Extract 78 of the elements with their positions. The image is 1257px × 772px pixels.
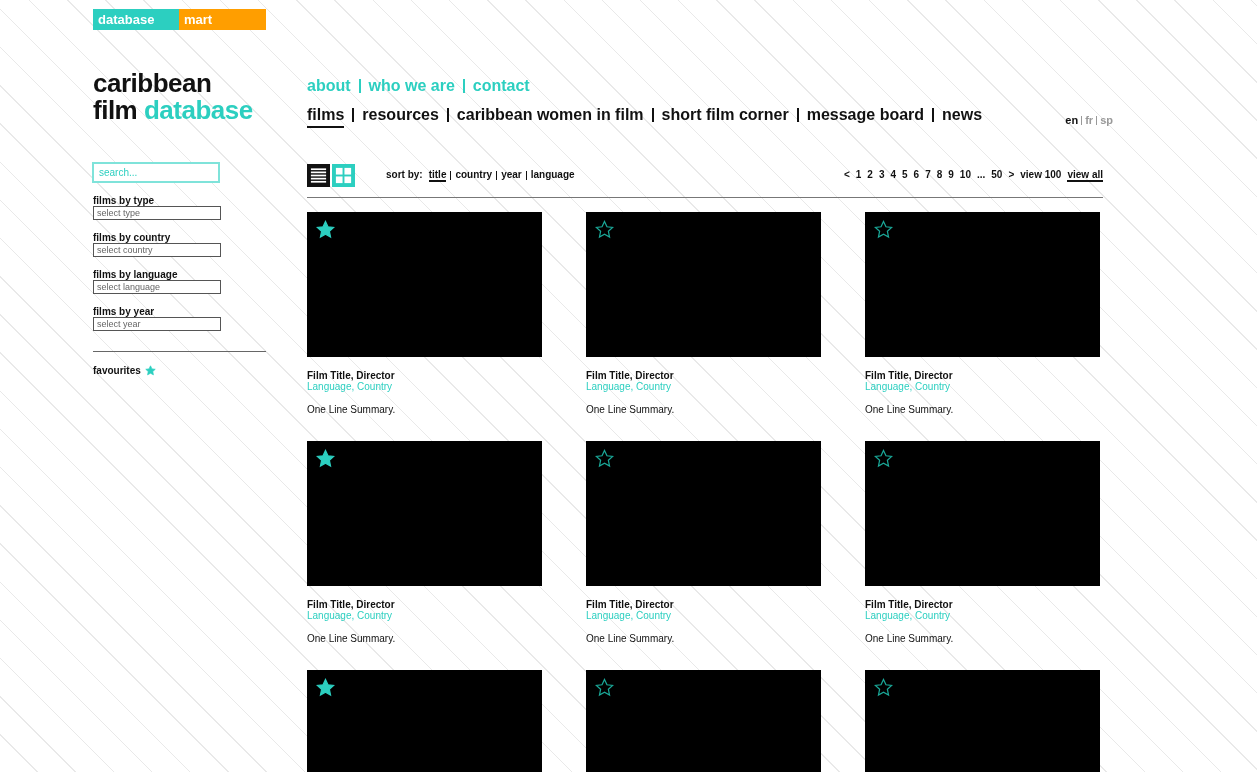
film-summary: One Line Summary.	[307, 633, 396, 644]
filter-label: films by year	[93, 306, 155, 317]
film-summary: One Line Summary.	[586, 404, 675, 415]
film-summary: One Line Summary.	[586, 633, 675, 644]
pagination-link[interactable]: 10	[959, 169, 971, 182]
star-icon[interactable]	[316, 449, 335, 468]
pagination-link[interactable]: 1	[855, 169, 862, 182]
film-thumbnail[interactable]	[307, 212, 542, 357]
star-icon[interactable]	[595, 678, 614, 697]
sort-link[interactable]: year	[501, 169, 522, 182]
star-icon[interactable]	[874, 449, 893, 468]
film-thumbnail[interactable]	[586, 212, 821, 357]
pagination-link[interactable]: view 100	[1020, 169, 1062, 182]
film-title[interactable]: Film Title, Director	[307, 599, 395, 610]
pagination-link[interactable]: <	[843, 169, 850, 182]
select-field[interactable]: select year	[93, 317, 221, 331]
film-thumbnail[interactable]	[307, 441, 542, 586]
locale-option[interactable]: en	[1065, 114, 1079, 126]
star-icon[interactable]	[874, 678, 893, 697]
pagination-link[interactable]: 2	[867, 169, 873, 182]
nav-tab[interactable]: films	[307, 106, 345, 128]
nav-tab[interactable]: caribbean women in film	[456, 106, 644, 128]
sort-label: sort by:	[386, 169, 423, 180]
film-meta: Language, Country	[865, 381, 951, 392]
select-field[interactable]: select country	[93, 243, 221, 257]
star-icon[interactable]	[595, 449, 614, 468]
nav-tab[interactable]: resources	[362, 106, 439, 128]
logo-text: film database	[93, 97, 253, 124]
logo-text: caribbean	[93, 70, 212, 97]
star-icon[interactable]	[316, 220, 335, 239]
film-thumbnail[interactable]	[586, 670, 821, 772]
pagination-link[interactable]: 7	[925, 169, 931, 182]
pagination-link[interactable]: >	[1008, 169, 1015, 182]
pagination-link[interactable]: 4	[890, 169, 896, 182]
list-view-button[interactable]	[307, 164, 330, 187]
pagination-link[interactable]: 8	[936, 169, 943, 182]
film-title[interactable]: Film Title, Director	[586, 370, 674, 381]
film-thumbnail[interactable]	[865, 212, 1100, 357]
search-field[interactable]: search...	[92, 162, 220, 183]
nav-tab[interactable]: message board	[806, 106, 925, 128]
film-summary: One Line Summary.	[865, 404, 954, 415]
film-title[interactable]: Film Title, Director	[865, 370, 953, 381]
star-icon[interactable]	[874, 220, 893, 239]
sort-link[interactable]: country	[455, 169, 493, 182]
film-title[interactable]: Film Title, Director	[307, 370, 395, 381]
film-summary: One Line Summary.	[865, 633, 954, 644]
pagination-link[interactable]: 3	[878, 169, 885, 182]
pagination-link[interactable]: 50	[991, 169, 1003, 182]
film-title[interactable]: Film Title, Director	[865, 599, 953, 610]
film-title[interactable]: Film Title, Director	[586, 599, 674, 610]
film-thumbnail[interactable]	[865, 670, 1100, 772]
pagination-link[interactable]: 5	[902, 169, 908, 182]
sort-link[interactable]: language	[530, 169, 575, 182]
film-meta: Language, Country	[307, 381, 393, 392]
nav-tab[interactable]: news	[942, 106, 983, 128]
film-summary: One Line Summary.	[307, 404, 396, 415]
film-meta: Language, Country	[586, 610, 672, 621]
film-thumbnail[interactable]	[865, 441, 1100, 586]
film-thumbnail[interactable]	[586, 441, 821, 586]
pagination-link[interactable]: view all	[1067, 169, 1103, 182]
favourites-link[interactable]: favourites	[93, 365, 141, 376]
star-icon[interactable]	[595, 220, 614, 239]
pagination-link[interactable]: 9	[948, 169, 954, 182]
film-meta: Language, Country	[307, 610, 393, 621]
pagination-link[interactable]: 6	[913, 169, 920, 182]
select-field[interactable]: select type	[93, 206, 221, 220]
filter-label: films by language	[93, 269, 178, 280]
nav-tab[interactable]: short film corner	[661, 106, 789, 128]
film-meta: Language, Country	[865, 610, 951, 621]
film-thumbnail[interactable]	[307, 670, 542, 772]
pagination-link[interactable]: ...	[976, 169, 986, 182]
star-icon[interactable]	[144, 365, 156, 376]
filter-label: films by type	[93, 195, 155, 206]
star-icon[interactable]	[316, 678, 335, 697]
sort-link[interactable]: title	[428, 169, 447, 182]
film-meta: Language, Country	[586, 381, 672, 392]
filter-label: films by country	[93, 232, 171, 243]
select-field[interactable]: select language	[93, 280, 221, 294]
